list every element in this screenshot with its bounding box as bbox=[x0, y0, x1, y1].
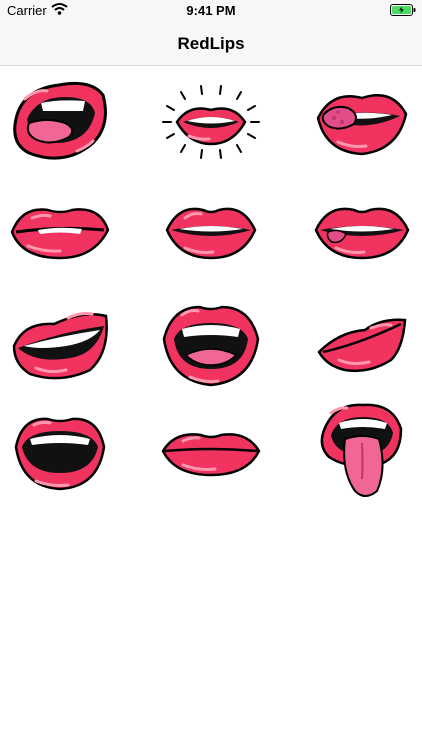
open-mouth-lips-image bbox=[162, 305, 260, 387]
sticker-grin-lips[interactable] bbox=[0, 401, 120, 501]
battery-icon bbox=[390, 4, 416, 16]
big-tongue-lips-image bbox=[320, 403, 403, 497]
kiss-lips-image bbox=[317, 318, 407, 373]
sticker-closed-lips[interactable] bbox=[151, 401, 271, 501]
smirk-lips-image bbox=[12, 312, 108, 380]
page-title: RedLips bbox=[177, 34, 245, 53]
sticker-grid bbox=[0, 66, 422, 526]
lick-lips-image bbox=[316, 94, 408, 156]
sparkle-smile-lips-image bbox=[162, 85, 260, 159]
sticker-kiss-lips[interactable] bbox=[302, 294, 422, 394]
teeth-smile-lips-image bbox=[165, 207, 257, 260]
sticker-tongue-bite-lips[interactable] bbox=[302, 181, 422, 281]
nav-bar: RedLips bbox=[0, 22, 422, 66]
status-bar: Carrier 9:41 PM bbox=[0, 0, 422, 22]
sticker-teeth-smile-lips[interactable] bbox=[151, 181, 271, 281]
sticker-lick-lips[interactable] bbox=[302, 72, 422, 172]
status-time: 9:41 PM bbox=[186, 3, 236, 18]
grin-lips-image bbox=[14, 417, 106, 491]
sticker-tongue-out-lips[interactable] bbox=[0, 72, 120, 172]
sticker-big-tongue-lips[interactable] bbox=[302, 401, 422, 501]
closed-lips-image bbox=[161, 433, 261, 477]
tongue-out-lips-image bbox=[13, 81, 107, 160]
bite-lip-image bbox=[10, 208, 110, 260]
sticker-bite-lip[interactable] bbox=[0, 181, 120, 281]
sticker-open-mouth-lips[interactable] bbox=[151, 294, 271, 394]
sticker-sparkle-smile-lips[interactable] bbox=[151, 72, 271, 172]
tongue-bite-lips-image bbox=[314, 207, 410, 260]
sticker-smirk-lips[interactable] bbox=[0, 294, 120, 394]
